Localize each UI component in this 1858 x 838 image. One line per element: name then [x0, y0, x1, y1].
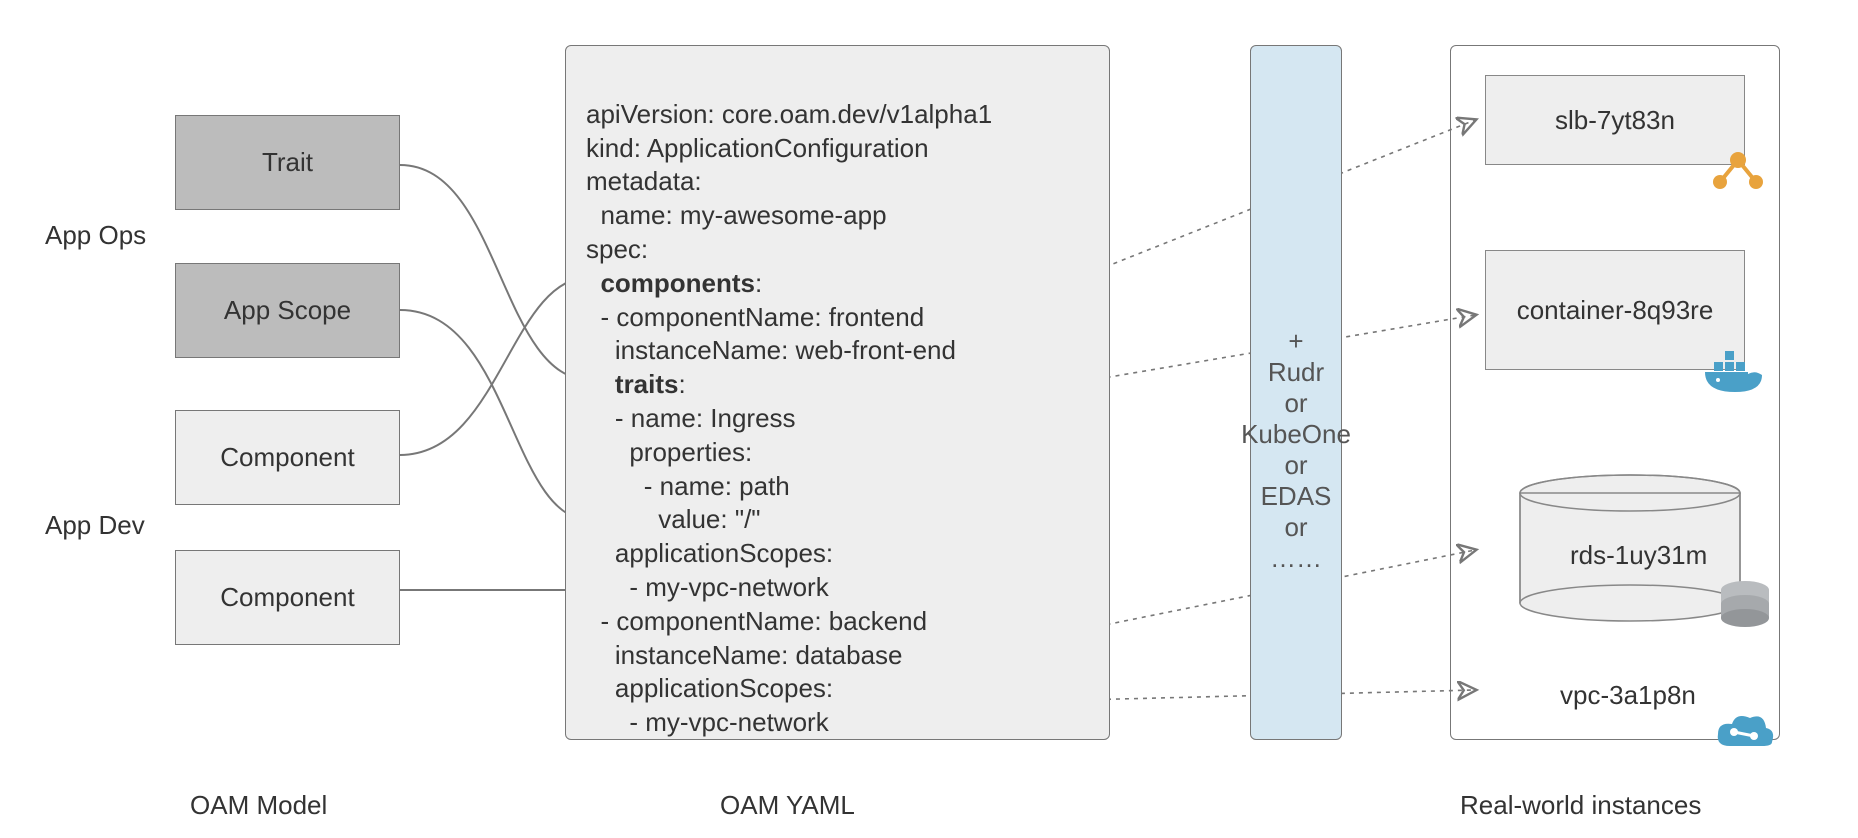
yaml-line-8: instanceName: web-front-end: [586, 335, 956, 365]
instance-card-slb: slb-7yt83n: [1485, 75, 1745, 165]
runtime-kubeone: KubeOne: [1241, 419, 1351, 450]
model-box-component-1-label: Component: [220, 442, 354, 473]
model-box-appscope: App Scope: [175, 263, 400, 358]
yaml-line-2: kind: ApplicationConfiguration: [586, 133, 929, 163]
yaml-line-16: - componentName: backend: [586, 606, 927, 636]
instance-rds-label: rds-1uy31m: [1570, 540, 1707, 571]
column-title-model: OAM Model: [190, 790, 327, 821]
runtime-column: + Rudr or KubeOne or EDAS or ……: [1250, 45, 1342, 740]
runtime-edas: EDAS: [1261, 481, 1332, 512]
model-box-appscope-label: App Scope: [224, 295, 351, 326]
load-balancer-icon: [1710, 150, 1766, 190]
yaml-line-5: spec:: [586, 234, 648, 264]
yaml-line-1: apiVersion: core.oam.dev/v1alpha1: [586, 99, 992, 129]
model-box-component-1: Component: [175, 410, 400, 505]
model-box-component-2-label: Component: [220, 582, 354, 613]
yaml-line-18: applicationScopes:: [586, 673, 833, 703]
runtime-ellipsis: ……: [1270, 543, 1322, 574]
docker-icon: [1700, 350, 1770, 400]
yaml-line-13: value: "/": [586, 504, 761, 534]
yaml-line-19: - my-vpc-network: [586, 707, 829, 737]
role-label-app-dev: App Dev: [45, 510, 145, 541]
database-icon: [1715, 580, 1775, 636]
yaml-line-14: applicationScopes:: [586, 538, 833, 568]
column-title-yaml: OAM YAML: [720, 790, 855, 821]
column-title-instances: Real-world instances: [1460, 790, 1701, 821]
yaml-line-7: - componentName: frontend: [586, 302, 924, 332]
yaml-box: apiVersion: core.oam.dev/v1alpha1 kind: …: [565, 45, 1110, 740]
instance-slb-label: slb-7yt83n: [1555, 105, 1675, 136]
yaml-line-10: - name: Ingress: [586, 403, 796, 433]
yaml-line-12: - name: path: [586, 471, 790, 501]
yaml-line-15: - my-vpc-network: [586, 572, 829, 602]
model-box-trait-label: Trait: [262, 147, 313, 178]
runtime-plus: +: [1288, 326, 1303, 357]
runtime-or-3: or: [1284, 512, 1307, 543]
instance-vpc-label: vpc-3a1p8n: [1560, 680, 1696, 711]
yaml-line-17: instanceName: database: [586, 640, 903, 670]
model-box-component-2: Component: [175, 550, 400, 645]
runtime-or-2: or: [1284, 450, 1307, 481]
yaml-line-9: traits: [615, 369, 679, 399]
yaml-line-6: components: [600, 268, 755, 298]
runtime-or-1: or: [1284, 388, 1307, 419]
model-box-trait: Trait: [175, 115, 400, 210]
yaml-line-3: metadata:: [586, 166, 702, 196]
yaml-line-11: properties:: [586, 437, 752, 467]
role-label-app-ops: App Ops: [45, 220, 146, 251]
runtime-rudr: Rudr: [1268, 357, 1324, 388]
cloud-network-icon: [1712, 710, 1776, 758]
yaml-line-4: name: my-awesome-app: [586, 200, 887, 230]
instance-container-label: container-8q93re: [1517, 295, 1714, 326]
